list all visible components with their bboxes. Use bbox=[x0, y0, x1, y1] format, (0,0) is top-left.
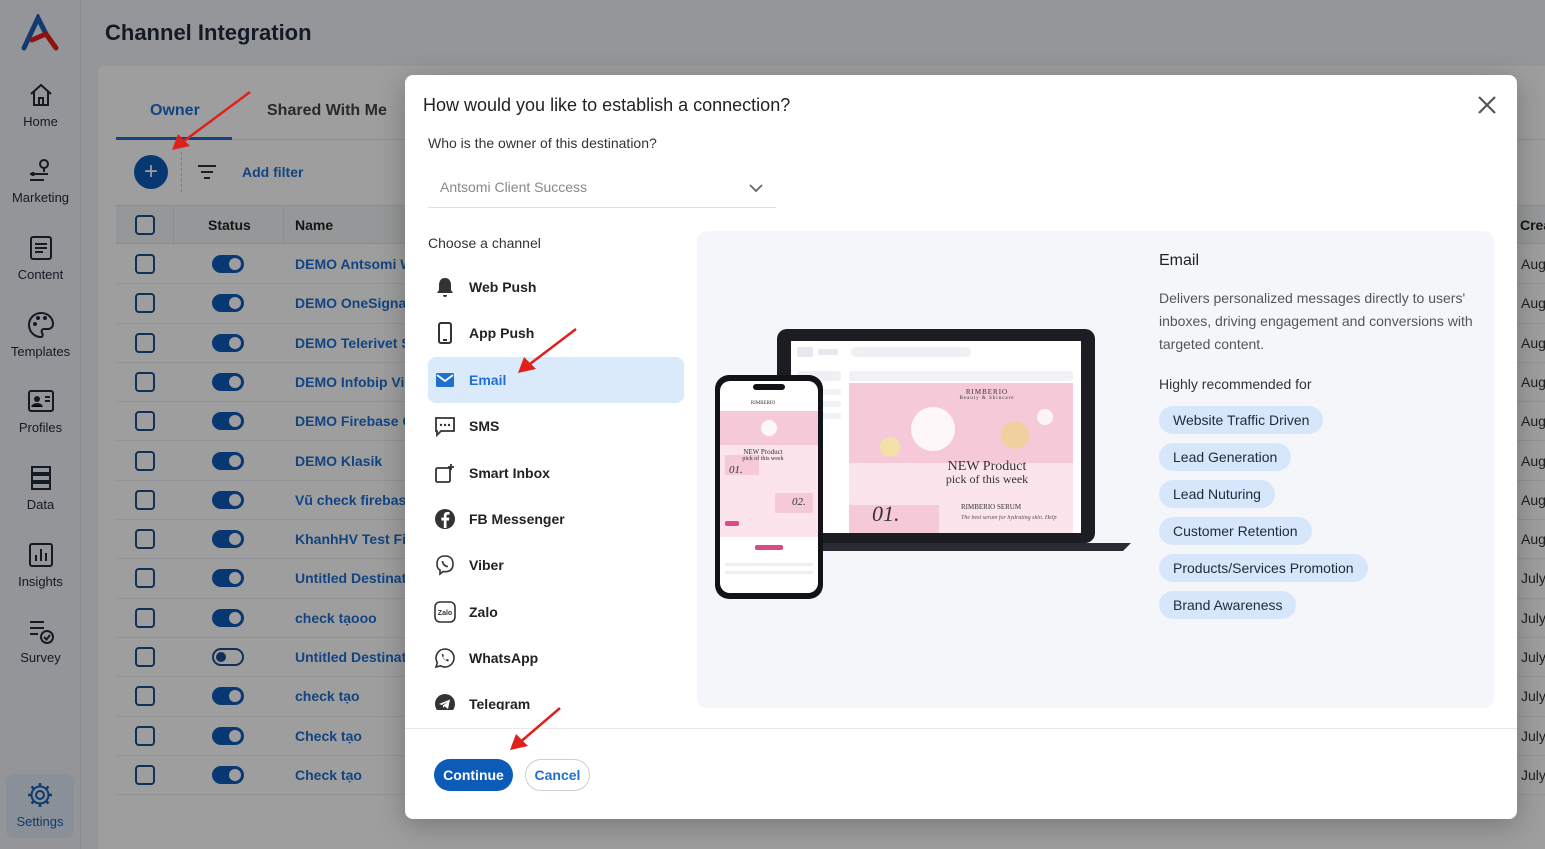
channel-label: WhatsApp bbox=[469, 650, 539, 666]
channel-label: Telegram bbox=[469, 696, 531, 710]
envelope-icon bbox=[436, 373, 454, 387]
channel-app-push[interactable]: App Push bbox=[428, 310, 684, 356]
channel-label: App Push bbox=[469, 325, 535, 341]
smart-inbox-icon bbox=[435, 464, 454, 483]
channel-sms[interactable]: SMS bbox=[428, 403, 684, 449]
channel-label: Smart Inbox bbox=[469, 465, 550, 481]
channel-label: FB Messenger bbox=[469, 511, 565, 527]
cancel-button[interactable]: Cancel bbox=[525, 759, 590, 791]
sms-icon bbox=[435, 417, 455, 437]
channel-viber[interactable]: Viber bbox=[428, 542, 684, 588]
channel-whatsapp[interactable]: WhatsApp bbox=[428, 635, 684, 681]
recommend-tag: Products/Services Promotion bbox=[1159, 554, 1368, 582]
telegram-icon bbox=[435, 694, 455, 710]
mock-brand-sub: Beauty & Skincare bbox=[959, 396, 1015, 401]
channel-web-push[interactable]: Web Push bbox=[428, 264, 684, 310]
channel-label: Email bbox=[469, 372, 507, 388]
channel-label: Web Push bbox=[469, 279, 537, 295]
owner-select[interactable]: Antsomi Client Success bbox=[428, 169, 776, 208]
channel-label: Viber bbox=[469, 557, 504, 573]
phone-icon bbox=[438, 322, 452, 344]
channel-smart-inbox[interactable]: Smart Inbox bbox=[428, 450, 684, 496]
connection-dialog: How would you like to establish a connec… bbox=[405, 75, 1517, 819]
whatsapp-icon bbox=[434, 648, 455, 669]
close-icon[interactable] bbox=[1475, 93, 1499, 117]
recommend-tag: Website Traffic Driven bbox=[1159, 406, 1324, 434]
recommend-tag: Brand Awareness bbox=[1159, 591, 1297, 619]
recommend-tag: Customer Retention bbox=[1159, 517, 1312, 545]
chevron-down-icon bbox=[749, 184, 763, 193]
channel-preview: RIMBERIO Beauty & Skincare NEW Product p… bbox=[697, 231, 1494, 708]
zalo-icon: Zalo bbox=[434, 601, 456, 623]
dialog-title: How would you like to establish a connec… bbox=[423, 95, 791, 115]
channel-fb-messenger[interactable]: FB Messenger bbox=[428, 496, 684, 542]
channel-telegram[interactable]: Telegram bbox=[428, 681, 684, 710]
continue-button[interactable]: Continue bbox=[434, 759, 513, 791]
preview-description: Delivers personalized messages directly … bbox=[1159, 290, 1473, 352]
mock-serum-sub: The best serum for hydrating skin. Help bbox=[961, 515, 1057, 521]
recommend-tag: Lead Generation bbox=[1159, 443, 1292, 471]
viber-icon bbox=[436, 555, 454, 576]
facebook-icon bbox=[435, 509, 455, 529]
svg-text:Zalo: Zalo bbox=[438, 610, 452, 617]
channel-list: Web Push App Push Email SMS Smart Inbox … bbox=[428, 264, 684, 710]
mock-headline-2: pick of this week bbox=[945, 472, 1029, 486]
mock-phone-headline-1: NEW Product bbox=[743, 448, 783, 456]
mock-phone-headline-2: pick of this week bbox=[742, 456, 784, 462]
choose-channel-label: Choose a channel bbox=[428, 235, 541, 251]
mock-number-1: 01. bbox=[872, 501, 900, 526]
channel-label: Zalo bbox=[469, 604, 498, 620]
bell-icon bbox=[437, 278, 453, 297]
preview-title: Email bbox=[1159, 252, 1200, 269]
recommend-tag: Lead Nuturing bbox=[1159, 480, 1275, 508]
mock-phone-number-2: 02. bbox=[792, 496, 806, 508]
mock-phone-number-1: 01. bbox=[729, 464, 743, 476]
mock-brand: RIMBERIO bbox=[965, 388, 1009, 396]
owner-label: Who is the owner of this destination? bbox=[428, 135, 657, 151]
dialog-footer: Continue Cancel bbox=[405, 728, 1517, 819]
recommended-label: Highly recommended for bbox=[1159, 376, 1312, 392]
channel-email[interactable]: Email bbox=[428, 357, 684, 403]
channel-zalo[interactable]: Zalo Zalo bbox=[428, 589, 684, 635]
mock-serum: RIMBERIO SERUM bbox=[961, 503, 1022, 511]
owner-select-value: Antsomi Client Success bbox=[440, 179, 588, 195]
mock-phone-brand: RIMBERIO bbox=[750, 401, 776, 406]
channel-label: SMS bbox=[469, 418, 500, 434]
